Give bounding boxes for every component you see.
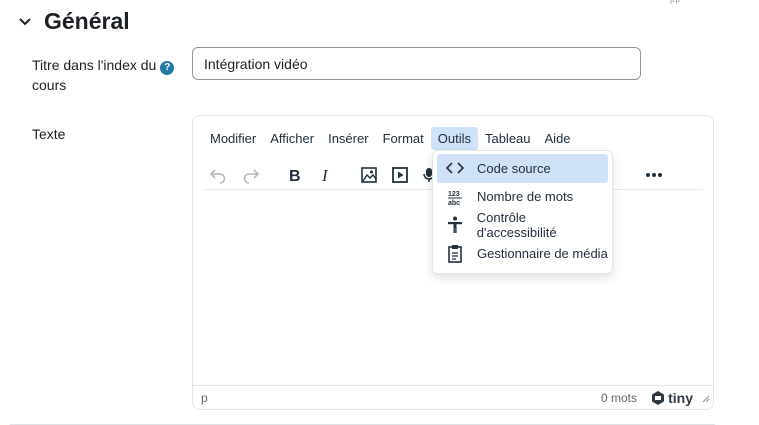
italic-icon[interactable]: I: [313, 162, 339, 188]
menu-item-label: Nombre de mots: [477, 189, 574, 205]
svg-text:B: B: [289, 168, 301, 183]
menu-item-label: Gestionnaire de média: [477, 246, 608, 262]
undo-icon[interactable]: [205, 162, 231, 188]
collapse-chevron-icon[interactable]: [14, 11, 36, 33]
accessibility-icon: [445, 215, 465, 235]
word-count-icon: 123 abc: [445, 187, 465, 207]
menu-item-controle-accessibilite[interactable]: Contrôle d'accessibilité: [437, 210, 608, 241]
bold-icon[interactable]: B: [281, 162, 307, 188]
menu-tableau[interactable]: Tableau: [478, 127, 538, 150]
title-field-label: Titre dans l'index du? cours: [32, 55, 175, 95]
menu-item-gestionnaire-media[interactable]: Gestionnaire de média: [437, 240, 608, 269]
svg-text:123: 123: [448, 191, 460, 198]
menu-item-code-source[interactable]: Code source: [437, 154, 608, 183]
code-icon: [445, 158, 465, 178]
svg-text:abc: abc: [448, 200, 460, 206]
tiny-logo[interactable]: tiny: [650, 390, 693, 406]
menu-item-label: Contrôle d'accessibilité: [476, 210, 557, 241]
menu-inserer[interactable]: Insérer: [321, 127, 375, 150]
menu-outils[interactable]: Outils: [430, 126, 478, 150]
menu-item-nombre-de-mots[interactable]: 123 abc Nombre de mots: [437, 183, 608, 212]
text-field-label: Texte: [32, 126, 66, 142]
title-input[interactable]: [192, 47, 641, 80]
clipped-edge-text: ᵖᵖ: [670, 0, 682, 8]
title-label-line2: cours: [32, 77, 67, 93]
image-icon[interactable]: [356, 162, 382, 188]
media-icon[interactable]: [387, 162, 413, 188]
editor-statusbar: p 0 mots tiny: [193, 385, 713, 409]
menu-format[interactable]: Format: [376, 127, 431, 150]
svg-text:I: I: [321, 167, 329, 183]
outils-dropdown-menu: Code source 123 abc Nombre de mots Contrô…: [432, 150, 613, 274]
element-path[interactable]: p: [201, 391, 208, 405]
editor-menubar: Modifier Afficher Insérer Format Outils …: [203, 125, 578, 151]
section-header: Général: [14, 8, 130, 35]
help-icon[interactable]: ?: [160, 61, 175, 75]
menu-modifier[interactable]: Modifier: [203, 127, 263, 150]
tiny-logo-icon: [652, 390, 665, 405]
menu-aide[interactable]: Aide: [538, 127, 578, 150]
title-label-line1: Titre dans l'index du: [32, 57, 157, 73]
tiny-brand-text: tiny: [668, 389, 693, 406]
menu-item-label: Code source: [477, 160, 551, 176]
redo-icon[interactable]: [238, 162, 264, 188]
more-icon[interactable]: [641, 162, 667, 188]
word-count[interactable]: 0 mots: [601, 391, 637, 405]
menu-afficher[interactable]: Afficher: [263, 127, 321, 150]
media-manager-icon: [445, 244, 465, 264]
section-title: Général: [44, 8, 130, 34]
resize-handle-icon[interactable]: [701, 392, 710, 406]
